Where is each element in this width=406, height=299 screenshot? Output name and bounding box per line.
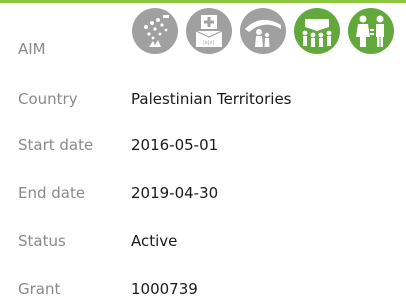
detail-row-end-date: End date 2019-04-30 xyxy=(0,183,406,203)
start-date-label: Start date xyxy=(18,136,94,154)
country-value: Palestinian Territories xyxy=(131,90,292,108)
water-sanitation-icon[interactable] xyxy=(131,7,179,55)
detail-row-country: Country Palestinian Territories xyxy=(0,89,406,109)
detail-row-grant: Grant 1000739 xyxy=(0,279,406,299)
grant-label: Grant xyxy=(18,280,61,298)
health-icon[interactable]: |o|x| xyxy=(185,7,233,55)
aim-label: AIM xyxy=(18,40,46,58)
country-label: Country xyxy=(18,90,78,108)
gender-equality-icon[interactable] xyxy=(347,7,395,55)
end-date-label: End date xyxy=(18,184,86,202)
detail-row-start-date: Start date 2016-05-01 xyxy=(0,135,406,155)
top-accent-bar xyxy=(0,0,406,3)
status-value: Active xyxy=(131,232,178,250)
end-date-value: 2019-04-30 xyxy=(131,184,219,202)
status-label: Status xyxy=(18,232,66,250)
protection-icon[interactable] xyxy=(239,7,287,55)
grant-value: 1000739 xyxy=(131,280,198,298)
start-date-value: 2016-05-01 xyxy=(131,136,219,154)
community-mobilization-icon[interactable] xyxy=(293,7,341,55)
svg-text:|o|x|: |o|x| xyxy=(203,40,214,46)
detail-row-status: Status Active xyxy=(0,231,406,251)
